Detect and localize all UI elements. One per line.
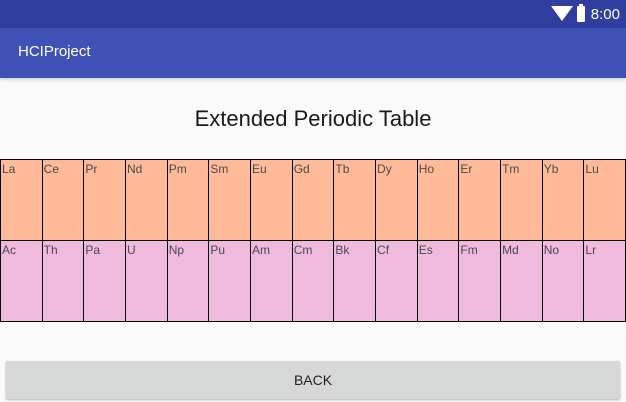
element-symbol: No <box>543 243 560 257</box>
element-cell-u[interactable]: U <box>125 240 168 322</box>
element-cell-ac[interactable]: Ac <box>0 240 43 322</box>
battery-icon <box>576 4 585 22</box>
page-title: Extended Periodic Table <box>194 106 432 131</box>
element-cell-pu[interactable]: Pu <box>208 240 252 322</box>
element-symbol: La <box>2 162 16 176</box>
element-cell-er[interactable]: Er <box>458 159 502 241</box>
element-symbol: Pa <box>85 243 101 257</box>
element-symbol: Eu <box>252 162 267 176</box>
element-cell-sm[interactable]: Sm <box>208 159 252 241</box>
element-symbol: Np <box>168 243 185 257</box>
element-cell-tb[interactable]: Tb <box>333 159 377 241</box>
element-symbol: Ho <box>418 162 435 176</box>
element-cell-pm[interactable]: Pm <box>166 159 210 241</box>
element-symbol: Fm <box>460 243 478 257</box>
element-cell-la[interactable]: La <box>0 159 43 241</box>
element-symbol: Tm <box>502 162 520 176</box>
element-cell-eu[interactable]: Eu <box>250 159 293 241</box>
element-symbol: Nd <box>127 162 143 176</box>
element-symbol: Md <box>502 243 519 257</box>
element-cell-bk[interactable]: Bk <box>333 240 377 322</box>
element-symbol: Gd <box>293 162 310 176</box>
element-symbol: Es <box>418 243 433 257</box>
element-cell-nd[interactable]: Nd <box>125 159 168 241</box>
back-button[interactable]: BACK <box>6 361 620 399</box>
status-bar: 8:00 <box>0 0 626 28</box>
app-bar: HCIProject <box>0 28 626 78</box>
status-clock: 8:00 <box>590 5 620 23</box>
element-cell-gd[interactable]: Gd <box>291 159 335 241</box>
element-symbol: Pm <box>168 162 187 176</box>
element-symbol: Lu <box>585 162 599 176</box>
element-cell-np[interactable]: Np <box>166 240 210 322</box>
element-symbol: Pu <box>210 243 226 257</box>
element-cell-es[interactable]: Es <box>416 240 460 322</box>
element-cell-dy[interactable]: Dy <box>375 159 418 241</box>
actinide-row: Ac Th Pa U Np Pu Am Cm Bk Cf Es Fm Md No Lr <box>0 240 626 322</box>
element-symbol: Yb <box>543 162 559 176</box>
element-cell-md[interactable]: Md <box>500 240 543 322</box>
element-symbol: Er <box>460 162 473 176</box>
element-symbol: Cf <box>377 243 390 257</box>
element-cell-ho[interactable]: Ho <box>416 159 460 241</box>
element-cell-yb[interactable]: Yb <box>541 159 585 241</box>
element-symbol: Tb <box>335 162 350 176</box>
element-cell-lr[interactable]: Lr <box>583 240 626 322</box>
element-symbol: U <box>127 243 136 257</box>
element-symbol: Ac <box>2 243 17 257</box>
element-cell-am[interactable]: Am <box>250 240 293 322</box>
element-cell-lu[interactable]: Lu <box>583 159 626 241</box>
element-cell-cm[interactable]: Cm <box>291 240 335 322</box>
element-symbol: Sm <box>210 162 229 176</box>
element-cell-cf[interactable]: Cf <box>375 240 418 322</box>
element-cell-pr[interactable]: Pr <box>83 159 127 241</box>
element-cell-no[interactable]: No <box>541 240 585 322</box>
wifi-icon <box>550 5 573 21</box>
status-icons: 8:00 <box>550 4 620 23</box>
element-cell-tm[interactable]: Tm <box>500 159 543 241</box>
element-symbol: Am <box>252 243 271 257</box>
element-symbol: Dy <box>377 162 392 176</box>
lanthanide-row: La Ce Pr Nd Pm Sm Eu Gd Tb Dy Ho Er Tm Yb Lu <box>0 159 626 241</box>
element-symbol: Lr <box>585 243 597 257</box>
element-cell-fm[interactable]: Fm <box>458 240 502 322</box>
element-symbol: Ce <box>43 162 60 176</box>
periodic-table: La Ce Pr Nd Pm Sm Eu Gd Tb Dy Ho Er Tm Yb Lu Ac Th Pa U Np… <box>0 159 626 322</box>
element-cell-ce[interactable]: Ce <box>41 159 85 241</box>
element-symbol: Bk <box>335 243 350 257</box>
app-title: HCIProject <box>18 43 91 60</box>
element-cell-pa[interactable]: Pa <box>83 240 127 322</box>
element-symbol: Cm <box>293 243 313 257</box>
element-cell-th[interactable]: Th <box>41 240 85 322</box>
element-symbol: Th <box>43 243 58 257</box>
element-symbol: Pr <box>85 162 98 176</box>
